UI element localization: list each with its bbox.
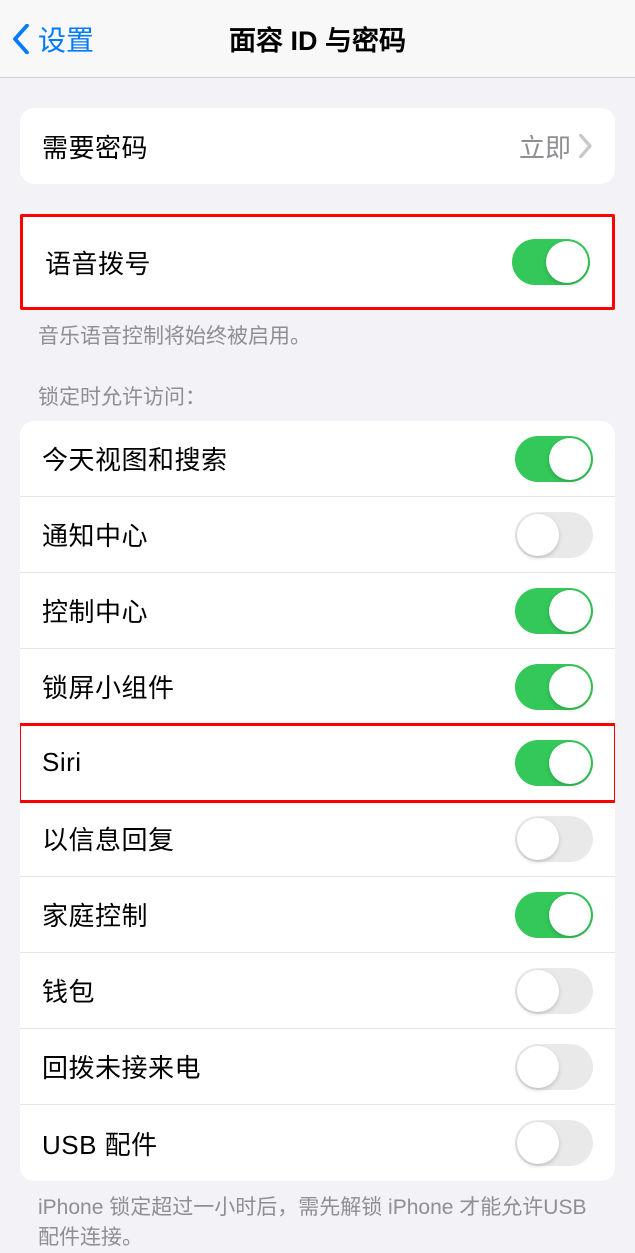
lock-access-label: 回拨未接来电: [42, 1048, 201, 1085]
lock-access-label: 以信息回复: [42, 820, 175, 857]
lock-access-label: 通知中心: [42, 516, 148, 553]
lock-access-label: USB 配件: [42, 1125, 158, 1162]
nav-bar: 设置 面容 ID 与密码: [0, 0, 635, 78]
toggle-knob: [517, 514, 559, 556]
lock-access-toggle[interactable]: [515, 968, 593, 1014]
toggle-knob: [549, 742, 591, 784]
lock-access-toggle[interactable]: [515, 892, 593, 938]
lock-access-row: 钱包: [20, 953, 615, 1029]
lock-access-row: 锁屏小组件: [20, 649, 615, 725]
toggle-knob: [517, 1122, 559, 1164]
lock-access-row: 回拨未接来电: [20, 1029, 615, 1105]
lock-access-row: 以信息回复: [20, 801, 615, 877]
lock-access-label: 家庭控制: [42, 896, 148, 933]
lock-access-label: 控制中心: [42, 592, 148, 629]
require-passcode-label: 需要密码: [42, 128, 148, 165]
voice-dial-row: 语音拨号: [23, 217, 612, 307]
lock-access-header: 锁定时允许访问：: [0, 351, 635, 421]
toggle-knob: [517, 970, 559, 1012]
voice-dial-label: 语音拨号: [45, 244, 151, 281]
toggle-knob: [549, 894, 591, 936]
passcode-group: 需要密码 立即: [20, 108, 615, 184]
lock-access-toggle[interactable]: [515, 588, 593, 634]
lock-access-toggle[interactable]: [515, 1044, 593, 1090]
page-title: 面容 ID 与密码: [229, 19, 406, 58]
require-passcode-value: 立即: [519, 128, 593, 165]
toggle-knob: [517, 818, 559, 860]
lock-access-toggle[interactable]: [515, 816, 593, 862]
require-passcode-row[interactable]: 需要密码 立即: [20, 108, 615, 184]
voice-dial-group: 语音拨号: [20, 214, 615, 310]
voice-dial-toggle[interactable]: [512, 239, 590, 285]
toggle-knob: [549, 438, 591, 480]
toggle-knob: [546, 241, 588, 283]
lock-access-row: 今天视图和搜索: [20, 421, 615, 497]
lock-access-group: 今天视图和搜索通知中心控制中心锁屏小组件 Siri 以信息回复家庭控制钱包回拨未接来…: [20, 421, 615, 1181]
lock-access-label: Siri: [42, 747, 82, 778]
lock-access-row: 控制中心: [20, 573, 615, 649]
chevron-right-icon: [579, 134, 593, 158]
lock-access-row: 家庭控制: [20, 877, 615, 953]
toggle-knob: [549, 590, 591, 632]
lock-access-toggle[interactable]: [515, 436, 593, 482]
lock-access-footer: iPhone 锁定超过一小时后，需先解锁 iPhone 才能允许USB 配件连接…: [0, 1181, 635, 1252]
lock-access-label: 今天视图和搜索: [42, 440, 228, 477]
toggle-knob: [517, 1046, 559, 1088]
lock-access-row: USB 配件: [20, 1105, 615, 1181]
lock-access-label: 钱包: [42, 972, 95, 1009]
lock-access-toggle[interactable]: [515, 664, 593, 710]
toggle-knob: [549, 666, 591, 708]
lock-access-label: 锁屏小组件: [42, 668, 175, 705]
back-button[interactable]: 设置: [0, 19, 94, 59]
lock-access-toggle[interactable]: [515, 1120, 593, 1166]
back-label: 设置: [38, 19, 94, 59]
voice-dial-footer: 音乐语音控制将始终被启用。: [0, 310, 635, 351]
lock-access-toggle[interactable]: [515, 740, 593, 786]
require-passcode-value-text: 立即: [519, 128, 571, 165]
back-chevron-icon: [12, 24, 30, 54]
lock-access-row: 通知中心: [20, 497, 615, 573]
lock-access-row: Siri: [20, 725, 615, 801]
lock-access-toggle[interactable]: [515, 512, 593, 558]
